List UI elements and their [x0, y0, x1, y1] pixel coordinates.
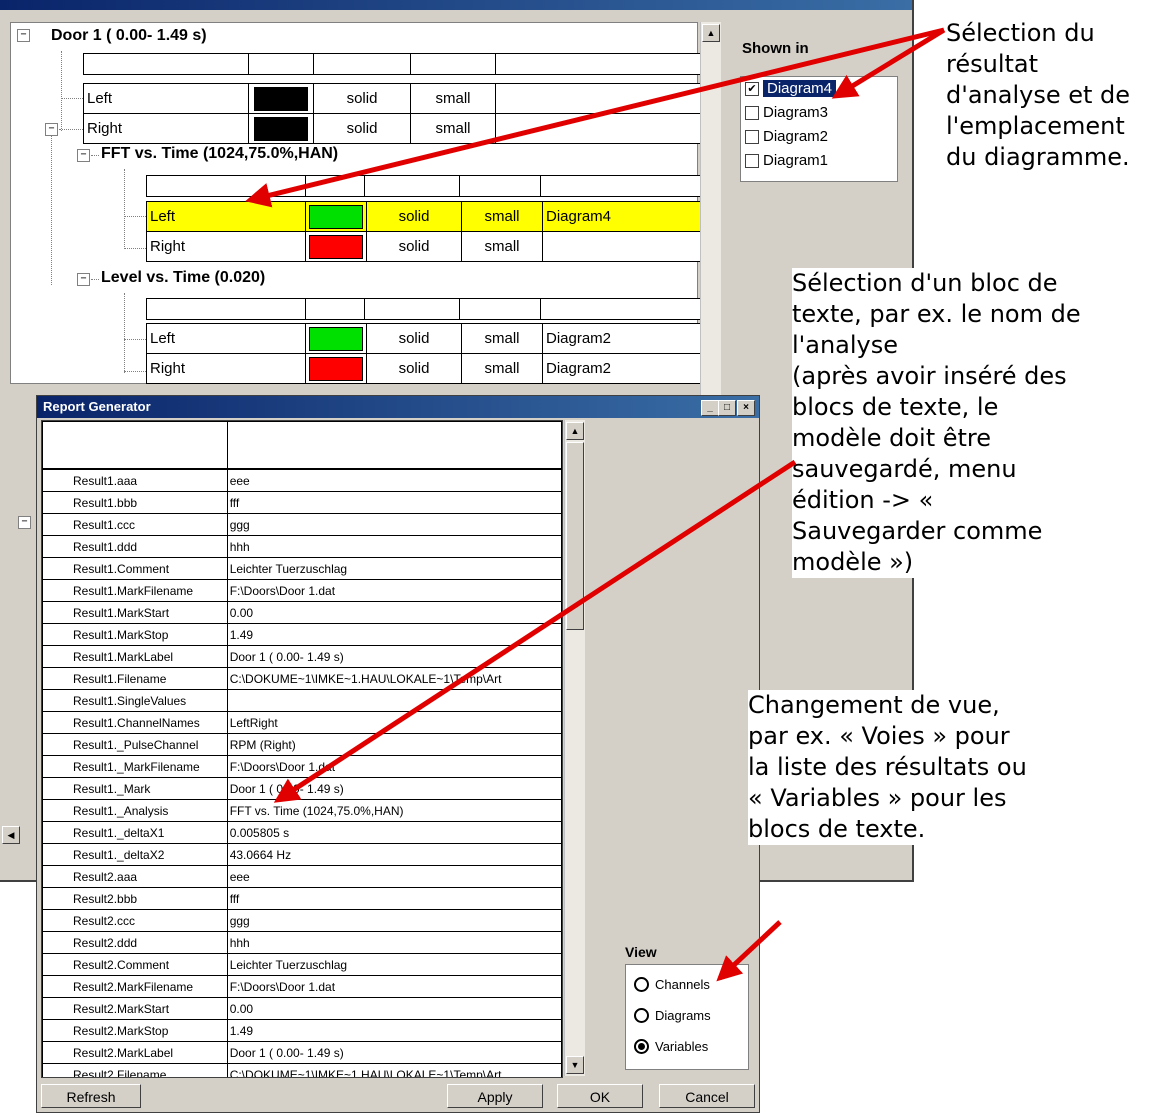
arrow-to-diagram4	[831, 27, 946, 99]
arrow-to-left-row	[245, 27, 945, 208]
annotation-arrows	[245, 27, 946, 982]
arrow-to-channels-option	[716, 920, 782, 982]
arrow-to-analysis-row	[273, 459, 797, 803]
